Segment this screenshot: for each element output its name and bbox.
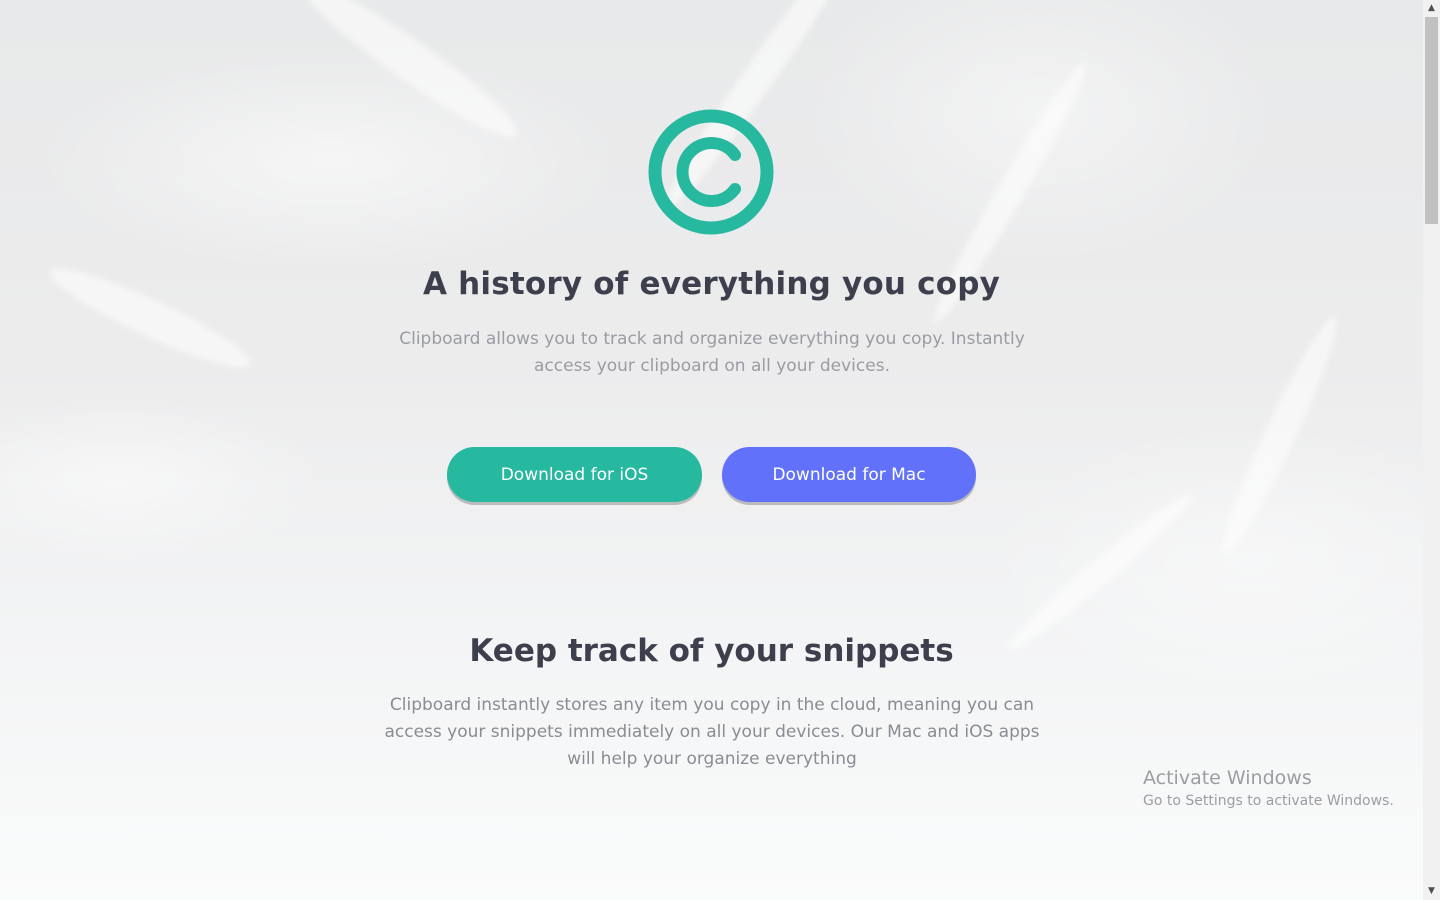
download-mac-button[interactable]: Download for Mac xyxy=(722,447,976,502)
download-ios-button[interactable]: Download for iOS xyxy=(447,447,702,502)
arrow-down-icon[interactable]: ▼ xyxy=(1423,883,1440,900)
watermark-title: Activate Windows xyxy=(1143,767,1312,789)
scrollbar-thumb[interactable] xyxy=(1425,17,1438,224)
main-content: A history of everything you copy Clipboa… xyxy=(0,0,1423,900)
activate-windows-watermark: Activate Windows Go to Settings to activ… xyxy=(1143,766,1394,811)
hero-title: A history of everything you copy xyxy=(422,266,1001,302)
vertical-scrollbar[interactable]: ▲ ▼ xyxy=(1423,0,1440,900)
watermark-subtitle: Go to Settings to activate Windows. xyxy=(1143,793,1394,809)
copyright-circle-icon xyxy=(648,109,774,235)
hero-description: Clipboard allows you to track and organi… xyxy=(399,329,1025,376)
snippets-title: Keep track of your snippets xyxy=(469,633,954,669)
arrow-up-icon[interactable]: ▲ xyxy=(1423,0,1440,17)
snippets-description: Clipboard instantly stores any item you … xyxy=(384,695,1040,769)
